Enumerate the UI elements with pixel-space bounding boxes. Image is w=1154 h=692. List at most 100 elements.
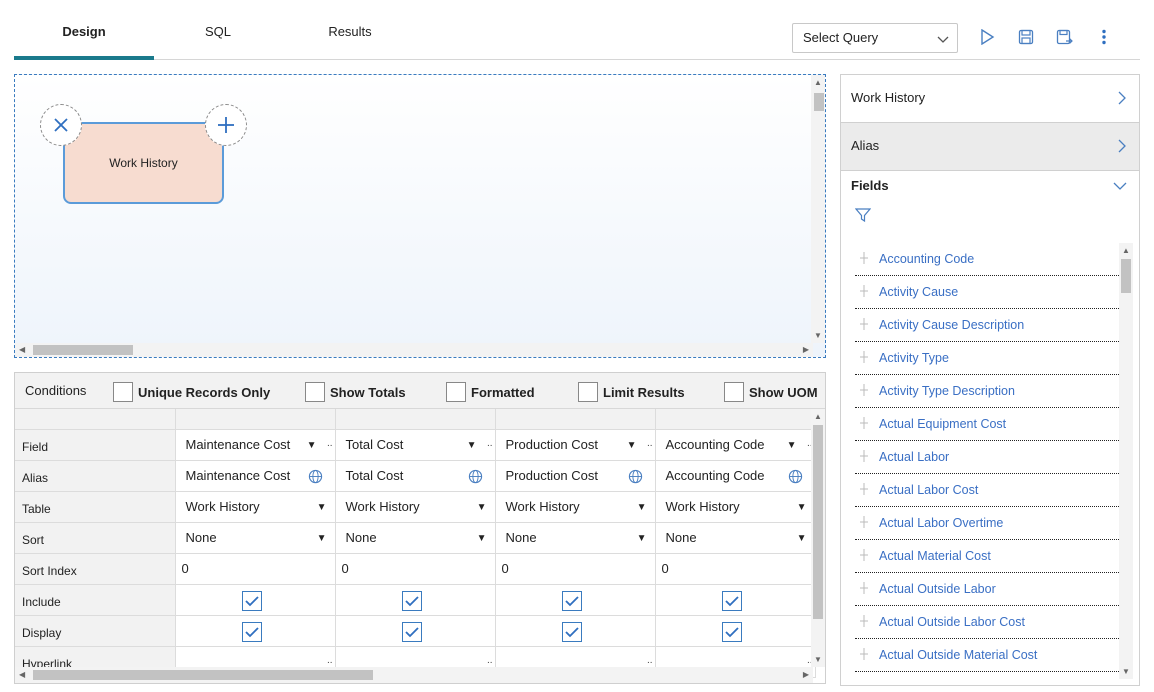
more-icon[interactable]: .. [487, 438, 493, 449]
unique-records-option[interactable]: Unique Records Only [113, 381, 270, 403]
formatted-option[interactable]: Formatted [446, 381, 535, 403]
more-icon[interactable]: .. [647, 655, 653, 666]
table-select[interactable]: Work History ▼ [335, 491, 496, 523]
field-list-item[interactable]: Actual Outside Material Cost [855, 639, 1119, 672]
scrollbar-thumb[interactable] [813, 425, 823, 619]
scroll-right-icon[interactable]: ▶ [803, 670, 809, 679]
alias-input[interactable]: Maintenance Cost [175, 460, 336, 492]
alias-selector[interactable]: Alias [841, 123, 1139, 171]
tab-design[interactable]: Design [14, 0, 154, 60]
table-select[interactable]: Work History ▼ [495, 491, 656, 523]
scrollbar-thumb[interactable] [1121, 259, 1131, 293]
canvas-horizontal-scrollbar[interactable]: ◀ ▶ [15, 343, 813, 357]
scroll-up-icon[interactable]: ▲ [1122, 246, 1130, 255]
scroll-up-icon[interactable]: ▲ [814, 78, 822, 87]
column-header[interactable] [335, 409, 496, 430]
scroll-up-icon[interactable]: ▲ [814, 412, 822, 421]
unique-records-checkbox[interactable] [113, 382, 133, 402]
sort-index-input[interactable]: 0 [335, 553, 496, 585]
limit-results-checkbox[interactable] [578, 382, 598, 402]
field-select[interactable]: Accounting Code ▼.. [655, 429, 816, 461]
field-list-item[interactable]: Actual Labor Overtime [855, 507, 1119, 540]
grid-horizontal-scrollbar[interactable]: ◀ ▶ [15, 667, 813, 683]
canvas-vertical-scrollbar[interactable]: ▲ ▼ [811, 75, 825, 343]
scroll-down-icon[interactable]: ▼ [1122, 667, 1130, 676]
field-list-item[interactable]: Actual Equipment Cost [855, 408, 1119, 441]
tab-results[interactable]: Results [280, 0, 420, 60]
column-header[interactable] [495, 409, 656, 430]
alias-input[interactable]: Total Cost [335, 460, 496, 492]
query-design-canvas[interactable]: Work History ▲ ▼ ◀ ▶ [14, 74, 826, 358]
field-list-item[interactable]: Activity Type [855, 342, 1119, 375]
globe-icon[interactable] [788, 469, 803, 484]
globe-icon[interactable] [468, 469, 483, 484]
field-select[interactable]: Maintenance Cost ▼.. [175, 429, 336, 461]
sort-index-input[interactable]: 0 [495, 553, 656, 585]
field-list-item[interactable]: Actual Outside Labor Cost [855, 606, 1119, 639]
alias-input[interactable]: Production Cost [495, 460, 656, 492]
display-checkbox[interactable] [561, 621, 582, 642]
save-icon[interactable] [1015, 26, 1037, 48]
scrollbar-thumb[interactable] [33, 670, 373, 680]
play-icon[interactable] [976, 26, 998, 48]
field-list-item[interactable]: Actual Labor [855, 441, 1119, 474]
alias-input[interactable]: Accounting Code [655, 460, 816, 492]
scrollbar-thumb[interactable] [33, 345, 133, 355]
display-checkbox[interactable] [401, 621, 422, 642]
add-source-button[interactable] [205, 104, 247, 146]
column-header[interactable] [655, 409, 816, 430]
save-as-icon[interactable] [1054, 26, 1076, 48]
fields-vertical-scrollbar[interactable]: ▲ ▼ [1119, 243, 1133, 679]
table-select[interactable]: Work History ▼ [175, 491, 336, 523]
scroll-down-icon[interactable]: ▼ [814, 331, 822, 340]
globe-icon[interactable] [628, 469, 643, 484]
table-select[interactable]: Work History ▼ [655, 491, 816, 523]
sort-select[interactable]: None ▼ [175, 522, 336, 554]
field-list-item[interactable]: Activity Type Description [855, 375, 1119, 408]
field-list-item[interactable]: Activity Cause Description [855, 309, 1119, 342]
column-header[interactable] [175, 409, 336, 430]
field-list-item[interactable]: Actual Labor Cost [855, 474, 1119, 507]
sort-index-input[interactable]: 0 [655, 553, 816, 585]
include-checkbox[interactable] [241, 590, 262, 611]
sort-select[interactable]: None ▼ [655, 522, 816, 554]
field-list-item[interactable]: Actual Material Cost [855, 540, 1119, 573]
select-query-dropdown[interactable]: Select Query [792, 23, 958, 53]
sort-index-input[interactable]: 0 [175, 553, 336, 585]
include-checkbox[interactable] [721, 590, 742, 611]
limit-results-option[interactable]: Limit Results [578, 381, 685, 403]
show-totals-checkbox[interactable] [305, 382, 325, 402]
field-select[interactable]: Total Cost ▼.. [335, 429, 496, 461]
more-icon[interactable]: .. [327, 655, 333, 666]
sort-select[interactable]: None ▼ [335, 522, 496, 554]
display-checkbox[interactable] [721, 621, 742, 642]
more-icon[interactable]: .. [487, 655, 493, 666]
scroll-down-icon[interactable]: ▼ [814, 655, 822, 664]
grid-vertical-scrollbar[interactable]: ▲ ▼ [811, 409, 825, 667]
tab-sql[interactable]: SQL [148, 0, 288, 60]
more-icon[interactable]: .. [327, 438, 333, 449]
display-checkbox[interactable] [241, 621, 262, 642]
include-checkbox[interactable] [401, 590, 422, 611]
field-list-item[interactable]: Activity Cause [855, 276, 1119, 309]
show-totals-option[interactable]: Show Totals [305, 381, 406, 403]
include-checkbox[interactable] [561, 590, 582, 611]
field-select[interactable]: Production Cost ▼.. [495, 429, 656, 461]
globe-icon[interactable] [308, 469, 323, 484]
scroll-right-icon[interactable]: ▶ [803, 345, 809, 354]
more-vertical-icon[interactable] [1093, 26, 1115, 48]
scroll-left-icon[interactable]: ◀ [19, 670, 25, 679]
query-source-node[interactable]: Work History [63, 122, 224, 204]
more-icon[interactable]: .. [647, 438, 653, 449]
scrollbar-thumb[interactable] [814, 93, 824, 111]
chevron-down-icon[interactable] [1113, 181, 1127, 191]
show-uom-option[interactable]: Show UOM [724, 381, 818, 403]
show-uom-checkbox[interactable] [724, 382, 744, 402]
field-list-item[interactable]: Accounting Code [855, 243, 1119, 276]
formatted-checkbox[interactable] [446, 382, 466, 402]
remove-source-button[interactable] [40, 104, 82, 146]
source-selector[interactable]: Work History [841, 75, 1139, 123]
field-list-item[interactable]: Actual Outside Labor [855, 573, 1119, 606]
sort-select[interactable]: None ▼ [495, 522, 656, 554]
filter-icon[interactable] [855, 207, 871, 223]
